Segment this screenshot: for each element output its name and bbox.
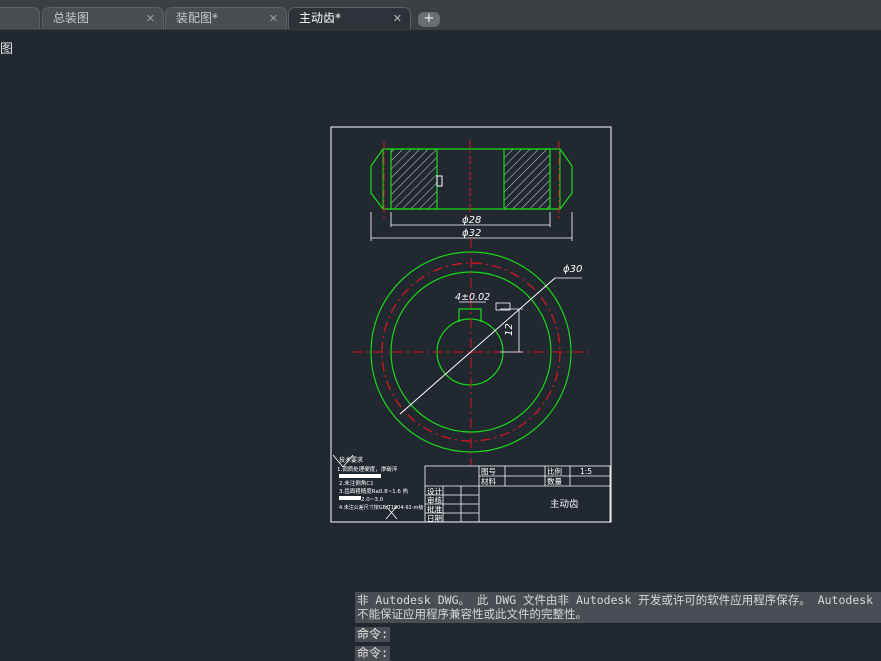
hatch-right bbox=[503, 148, 551, 210]
section-view: ϕ28 ϕ32 bbox=[370, 140, 573, 241]
dim-12: 12 bbox=[504, 323, 515, 336]
tech-req-line: 4.未注公差尺寸按GB/T1804-92-m级 bbox=[339, 504, 423, 511]
tech-req-title: 技术要求 bbox=[339, 456, 363, 464]
tb-label-check: 审核 bbox=[427, 495, 442, 505]
tb-quantity-label: 数量 bbox=[547, 476, 562, 486]
drawing-canvas[interactable]: ϕ28 ϕ32 ϕ30 4±0.02 12 技术要求 1.调质处理硬度，渗碳淬 bbox=[0, 0, 881, 655]
tb-label-design: 设计 bbox=[427, 486, 442, 496]
hatch-left bbox=[390, 148, 438, 210]
dim-keyway: 4±0.02 bbox=[455, 292, 490, 303]
command-history: 非 Autodesk DWG。 此 DWG 文件由非 Autodesk 开发或许… bbox=[355, 592, 881, 623]
tb-material-label: 材料 bbox=[481, 476, 496, 486]
tb-scale-value: 1:5 bbox=[580, 467, 592, 476]
front-view: ϕ30 4±0.02 12 bbox=[353, 238, 590, 465]
dim-phi28: ϕ28 bbox=[462, 215, 481, 226]
tb-scale-label: 比例 bbox=[547, 466, 562, 476]
tech-req-line: 3.齿面粗糙度Ra0.8~1.6 热 bbox=[339, 487, 409, 495]
technical-requirements: 技术要求 1.调质处理硬度，渗碳淬 2.未注倒角C1 3.齿面粗糙度Ra0.8~… bbox=[332, 454, 423, 520]
command-prompt: 命令: bbox=[355, 627, 391, 642]
dim-phi30: ϕ30 bbox=[563, 264, 582, 275]
command-prompt-active[interactable]: 命令: bbox=[355, 646, 391, 661]
tech-req-line: 1.调质处理硬度，渗碳淬 bbox=[337, 465, 398, 473]
tb-label-approve: 批准 bbox=[427, 504, 442, 514]
command-history-line: 不能保证应用程序兼容性或此文件的完整性。 bbox=[357, 607, 587, 621]
tb-label-date: 日期 bbox=[427, 514, 442, 523]
tb-part-number-label: 图号 bbox=[481, 467, 496, 476]
tech-req-line: 2.0~3.0 bbox=[361, 497, 384, 503]
tech-req-line: 2.未注倒角C1 bbox=[339, 479, 374, 487]
command-history-line: 非 Autodesk DWG。 此 DWG 文件由非 Autodesk 开发或许… bbox=[357, 593, 874, 607]
dim-phi32: ϕ32 bbox=[462, 228, 481, 239]
tb-part-name: 主动齿 bbox=[550, 498, 579, 510]
